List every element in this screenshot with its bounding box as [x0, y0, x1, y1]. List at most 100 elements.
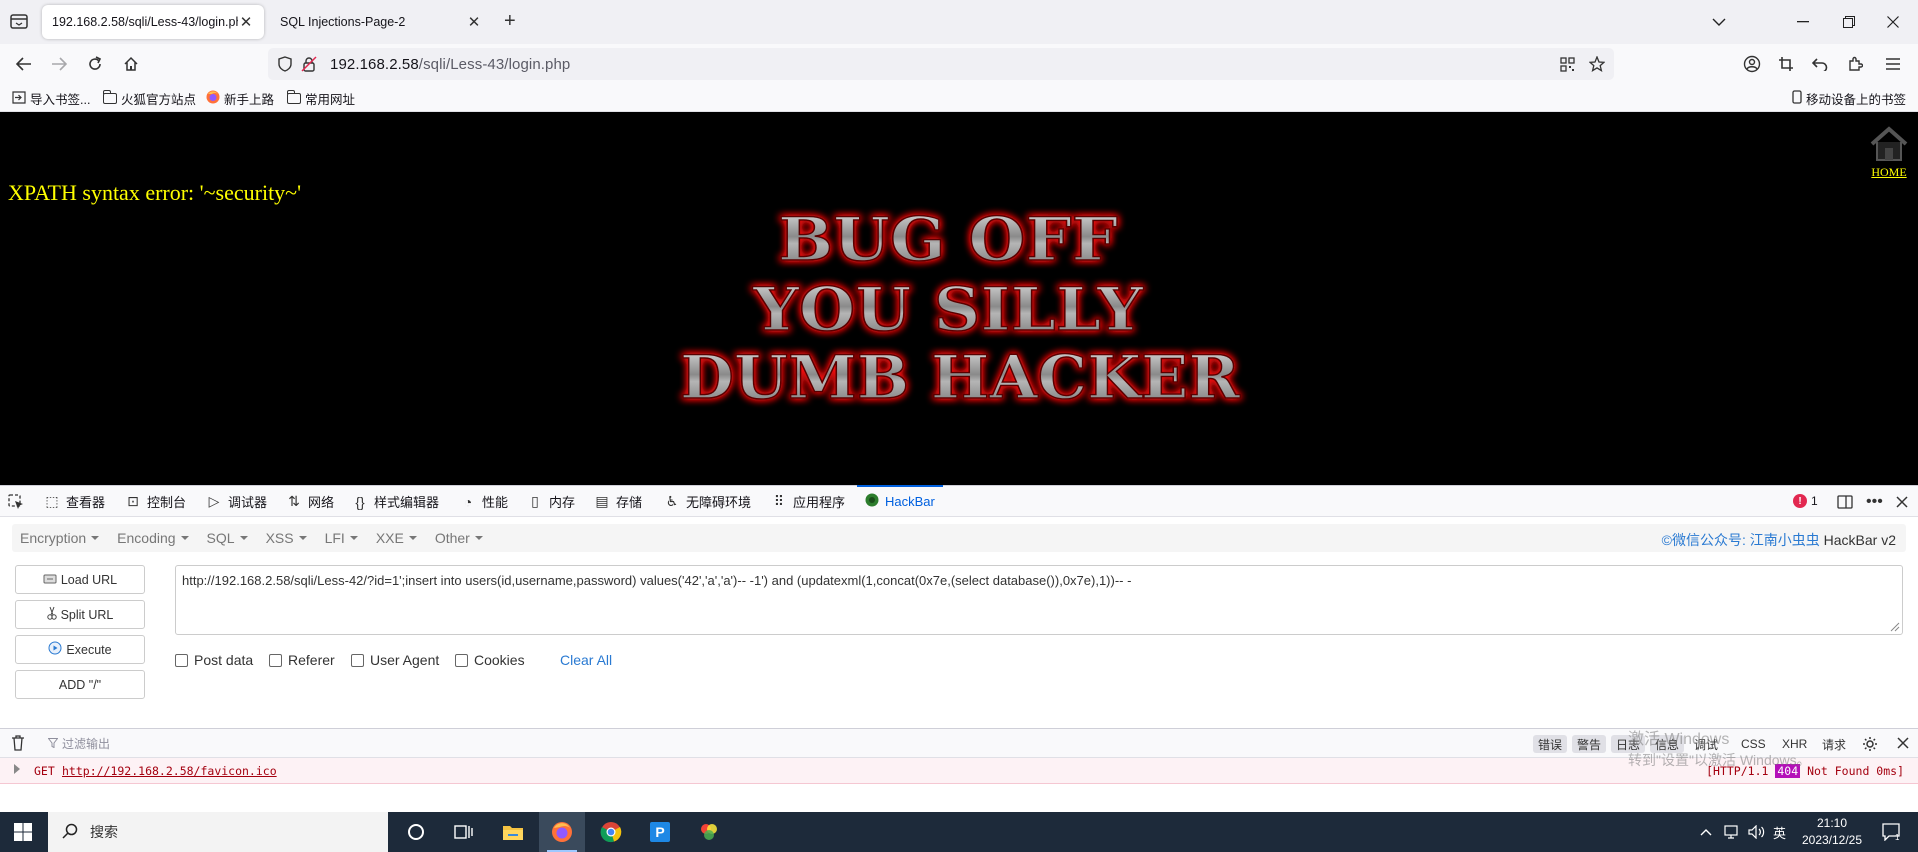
split-url-button[interactable]: Split URL [15, 600, 145, 629]
home-icon[interactable] [119, 52, 143, 76]
account-icon[interactable] [1740, 52, 1764, 76]
file-explorer-icon[interactable] [490, 812, 536, 852]
button-label: Execute [66, 642, 112, 657]
tab-inspector[interactable]: ⬚ 查看器 [44, 486, 105, 517]
tab-sql-injections[interactable]: SQL Injections-Page-2 ✕ [270, 5, 492, 39]
list-all-tabs-icon[interactable] [9, 12, 31, 32]
bookmark-mobile[interactable]: 移动设备上的书签 [1792, 89, 1906, 108]
tab-debugger[interactable]: ▷ 调试器 [206, 486, 267, 517]
execute-button[interactable]: Execute [15, 635, 145, 664]
caret-down-icon [180, 536, 189, 540]
checkbox-box[interactable] [175, 653, 188, 667]
bookmark-firefox-official[interactable]: 火狐官方站点 [103, 89, 196, 108]
checkbox-box[interactable] [351, 653, 364, 667]
close-tab-icon[interactable]: ✕ [466, 14, 482, 31]
extensions-icon[interactable] [1843, 52, 1867, 76]
bookmark-common-sites[interactable]: 常用网址 [287, 89, 355, 108]
menu-encryption[interactable]: Encryption [20, 530, 100, 546]
qr-code-icon[interactable] [1556, 53, 1578, 75]
add-slash-button[interactable]: ADD "/" [15, 670, 145, 699]
close-split-console-icon[interactable] [1897, 737, 1909, 752]
clear-all-link[interactable]: Clear All [560, 652, 612, 668]
filter-errors[interactable]: 错误 [1533, 735, 1568, 753]
clock-time: 21:10 [1816, 816, 1848, 830]
bookmark-star-icon[interactable] [1586, 53, 1608, 75]
more-options-icon[interactable]: ••• [1866, 486, 1883, 517]
network-tray-icon[interactable] [1724, 812, 1742, 852]
error-counter[interactable]: ! 1 [1793, 494, 1818, 508]
url-bar[interactable]: 192.168.2.58/sqli/Less-43/login.php [268, 48, 1614, 80]
forward-icon[interactable] [47, 52, 71, 76]
close-window-icon[interactable] [1881, 10, 1905, 34]
back-icon[interactable] [12, 52, 36, 76]
paint-app-icon[interactable] [686, 812, 732, 852]
checkbox-box[interactable] [455, 653, 468, 667]
tab-storage[interactable]: ▤ 存储 [594, 486, 642, 517]
insecure-lock-icon[interactable] [298, 53, 320, 75]
url-textarea[interactable]: http://192.168.2.58/sqli/Less-42/?id=1';… [175, 565, 1903, 635]
menu-sql[interactable]: SQL [207, 530, 248, 546]
p-app-icon[interactable]: P [637, 812, 683, 852]
load-url-button[interactable]: Load URL [15, 565, 145, 594]
expand-arrow-icon[interactable] [14, 764, 20, 774]
tab-console[interactable]: ⊡ 控制台 [125, 486, 186, 517]
tab-network[interactable]: ⇅ 网络 [286, 486, 334, 517]
banner-line-2: YOU SILLY [752, 275, 1144, 345]
console-input-area[interactable] [0, 784, 1918, 812]
menu-label: LFI [324, 530, 345, 546]
console-filter-input[interactable]: 过滤输出 [47, 735, 110, 752]
tab-accessibility[interactable]: ♿ 无障碍环境 [664, 486, 751, 517]
screenshot-crop-icon[interactable] [1774, 52, 1798, 76]
windows-activation-watermark: 激活 Windows 转到"设置"以激活 Windows。 [1628, 730, 1811, 770]
windows-start-icon[interactable] [0, 812, 46, 852]
taskbar-search-box[interactable]: 搜索 [48, 812, 388, 852]
reload-icon[interactable] [83, 52, 107, 76]
tab-performance[interactable]: ◔ 性能 [460, 486, 508, 517]
dock-side-icon[interactable] [1837, 486, 1853, 517]
shield-icon[interactable] [274, 53, 296, 75]
tab-style-editor[interactable]: {} 样式编辑器 [352, 486, 439, 517]
task-view-icon[interactable] [441, 812, 487, 852]
menu-other[interactable]: Other [435, 530, 483, 546]
minimize-icon[interactable] [1791, 10, 1815, 34]
console-settings-icon[interactable] [1862, 736, 1878, 755]
chevron-down-icon[interactable] [1707, 10, 1731, 34]
filter-warnings[interactable]: 警告 [1572, 735, 1607, 753]
firefox-taskbar-icon[interactable] [539, 812, 585, 852]
bookmark-getting-started[interactable]: 新手上路 [206, 89, 274, 108]
filter-requests[interactable]: 请求 [1817, 735, 1851, 753]
bookmark-import[interactable]: 导入书签... [12, 89, 90, 108]
checkbox-box[interactable] [269, 653, 282, 667]
ime-indicator[interactable]: 英 [1773, 812, 1786, 852]
tab-memory[interactable]: ▯ 内存 [527, 486, 575, 517]
menu-xss[interactable]: XSS [266, 530, 307, 546]
resize-handle-icon[interactable] [1890, 622, 1900, 632]
trash-icon[interactable] [11, 735, 25, 754]
volume-icon[interactable] [1748, 812, 1766, 852]
element-picker-icon[interactable] [8, 486, 24, 517]
referer-checkbox[interactable]: Referer [269, 652, 335, 668]
url-text[interactable]: 192.168.2.58/sqli/Less-43/login.php [330, 56, 570, 73]
menu-lfi[interactable]: LFI [325, 530, 358, 546]
menu-xxe[interactable]: XXE [376, 530, 417, 546]
taskbar-clock[interactable]: 21:10 2023/12/25 [1792, 815, 1872, 849]
cortana-icon[interactable] [393, 812, 439, 852]
menu-encoding[interactable]: Encoding [117, 530, 189, 546]
credit-name: 江南小虫虫 [1749, 532, 1820, 548]
undo-icon[interactable] [1808, 52, 1832, 76]
new-tab-icon[interactable]: + [504, 11, 516, 31]
notification-center-icon[interactable]: 1 [1882, 812, 1902, 852]
close-devtools-icon[interactable] [1896, 486, 1908, 517]
cookies-checkbox[interactable]: Cookies [455, 652, 525, 668]
tab-application[interactable]: ⠿ 应用程序 [771, 486, 845, 517]
request-url[interactable]: http://192.168.2.58/favicon.ico [62, 764, 277, 778]
post-data-checkbox[interactable]: Post data [175, 652, 253, 668]
user-agent-checkbox[interactable]: User Agent [351, 652, 439, 668]
tab-login[interactable]: 192.168.2.58/sqli/Less-43/login.php ✕ [42, 5, 264, 39]
restore-icon[interactable] [1837, 10, 1861, 34]
tab-hackbar[interactable]: HackBar [857, 485, 943, 517]
chrome-icon[interactable] [588, 812, 634, 852]
menu-icon[interactable] [1881, 52, 1905, 76]
close-tab-icon[interactable]: ✕ [238, 14, 254, 31]
tray-overflow-icon[interactable] [1700, 812, 1712, 852]
